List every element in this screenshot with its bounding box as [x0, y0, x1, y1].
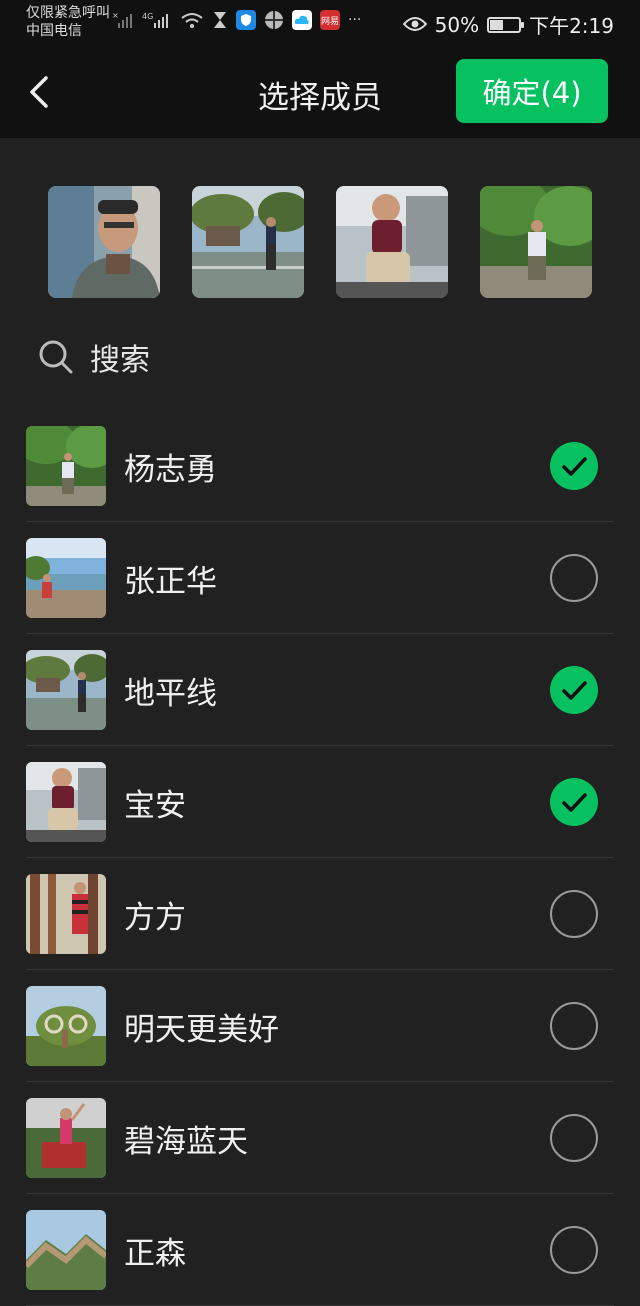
- contact-name: 方方: [124, 900, 186, 936]
- contact-row[interactable]: 正森: [0, 1194, 640, 1306]
- battery-percent: 50%: [434, 12, 480, 37]
- signal-off-icon: ×: [112, 11, 134, 29]
- confirm-button[interactable]: 确定(4): [456, 59, 608, 123]
- contact-row[interactable]: 张正华: [0, 522, 640, 634]
- select-checkbox[interactable]: [550, 1114, 598, 1162]
- cloud-app-icon: [292, 10, 312, 30]
- contact-name: 地平线: [124, 676, 217, 712]
- contact-name: 碧海蓝天: [124, 1124, 248, 1160]
- more-notifications-icon: ···: [348, 12, 362, 28]
- wifi-icon: [180, 11, 204, 29]
- contact-row[interactable]: 地平线: [0, 634, 640, 746]
- contact-row[interactable]: 方方: [0, 858, 640, 970]
- shield-app-icon: [236, 10, 256, 30]
- contact-name: 杨志勇: [124, 452, 217, 488]
- search-bar[interactable]: 搜索: [38, 334, 598, 380]
- checkmark-icon: [562, 457, 587, 476]
- carrier-name: 中国电信: [26, 23, 82, 39]
- forest-photo: [26, 874, 106, 954]
- selected-avatar-3[interactable]: [336, 186, 448, 298]
- eye-comfort-icon: [402, 13, 427, 37]
- search-icon: [39, 340, 73, 374]
- lakeside-photo: [192, 186, 304, 298]
- man-glasses-photo: [48, 186, 160, 298]
- contact-row[interactable]: 明天更美好: [0, 970, 640, 1082]
- select-checkbox-checked[interactable]: [550, 666, 598, 714]
- contact-name: 张正华: [124, 564, 217, 600]
- contact-list: 杨志勇 张正华 地平线 宝安 方方 明天更美好 碧海蓝天 正森: [0, 410, 640, 1306]
- select-checkbox[interactable]: [550, 890, 598, 938]
- contact-avatar: [26, 986, 106, 1066]
- lakeside-photo: [26, 650, 106, 730]
- woman-photo: [26, 1098, 106, 1178]
- clock: 下午2:19: [529, 14, 614, 38]
- garden-photo: [26, 986, 106, 1066]
- beach-photo: [26, 538, 106, 618]
- contact-avatar: [26, 650, 106, 730]
- contact-avatar: [26, 1210, 106, 1290]
- svg-text:×: ×: [112, 11, 119, 20]
- select-checkbox[interactable]: [550, 554, 598, 602]
- contact-name: 明天更美好: [124, 1012, 279, 1048]
- contact-row[interactable]: 杨志勇: [0, 410, 640, 522]
- select-checkbox[interactable]: [550, 1002, 598, 1050]
- nav-header: 选择成员 确定(4): [0, 48, 640, 138]
- search-placeholder: 搜索: [90, 343, 150, 378]
- netease-app-icon: 网易: [320, 10, 340, 30]
- selected-members: [0, 186, 640, 300]
- hourglass-icon: [212, 11, 228, 29]
- contact-row[interactable]: 宝安: [0, 746, 640, 858]
- toddler-photo: [26, 762, 106, 842]
- chevron-left-icon: [30, 76, 48, 108]
- back-button[interactable]: [22, 70, 62, 114]
- battery-icon: [487, 16, 525, 33]
- contact-avatar: [26, 874, 106, 954]
- man-trees-photo: [480, 186, 592, 298]
- contact-row[interactable]: 碧海蓝天: [0, 1082, 640, 1194]
- select-checkbox[interactable]: [550, 1226, 598, 1274]
- contact-avatar: [26, 762, 106, 842]
- checkmark-icon: [562, 793, 587, 812]
- selected-avatar-2[interactable]: [192, 186, 304, 298]
- great-wall-photo: [26, 1210, 106, 1290]
- carrier-emergency-text: 仅限紧急呼叫: [26, 5, 110, 21]
- checkmark-icon: [562, 681, 587, 700]
- aperture-app-icon: [264, 10, 284, 30]
- selected-avatar-4[interactable]: [480, 186, 592, 298]
- contact-name: 正森: [124, 1236, 186, 1272]
- status-bar: 仅限紧急呼叫 中国电信 × 4G 网易 ··· 50% 下午2:19: [0, 0, 640, 48]
- contact-avatar: [26, 538, 106, 618]
- man-trees-photo: [26, 426, 106, 506]
- status-right: 50% 下午2:19: [402, 10, 614, 39]
- select-checkbox-checked[interactable]: [550, 442, 598, 490]
- network-type: 4G: [142, 12, 153, 21]
- contact-avatar: [26, 1098, 106, 1178]
- selected-avatar-1[interactable]: [48, 186, 160, 298]
- select-checkbox-checked[interactable]: [550, 778, 598, 826]
- signal-4g-icon: 4G: [142, 11, 172, 29]
- status-icons: × 4G 网易 ···: [112, 8, 361, 32]
- toddler-photo: [336, 186, 448, 298]
- carrier-info: 仅限紧急呼叫 中国电信: [26, 4, 110, 40]
- contact-avatar: [26, 426, 106, 506]
- contact-name: 宝安: [124, 788, 186, 824]
